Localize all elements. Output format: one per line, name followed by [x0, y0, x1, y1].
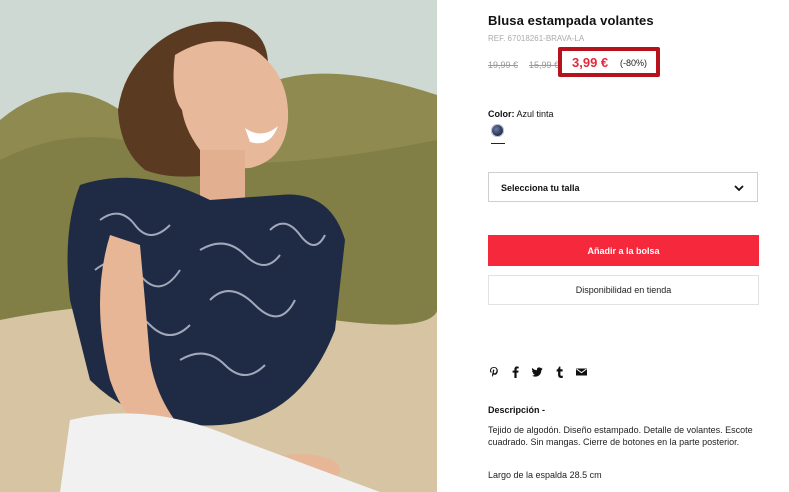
color-label: Color:	[488, 109, 515, 119]
color-value: Azul tinta	[516, 109, 554, 119]
description-text: Tejido de algodón. Diseño estampado. Det…	[488, 425, 753, 447]
original-price: 19,99 €	[488, 60, 519, 70]
current-price-box: 3,99 € (-80%)	[558, 47, 660, 77]
previous-price: 15,99 €	[529, 60, 560, 70]
product-image[interactable]	[0, 0, 437, 492]
chevron-down-icon	[733, 181, 745, 199]
share-icons	[488, 365, 587, 379]
current-price: 3,99 €	[572, 55, 609, 70]
product-reference: REF. 67018261-BRAVA-LA	[488, 34, 585, 43]
price-row: 19,99 € 15,99 € 3,99 € (-80%)	[488, 47, 760, 78]
facebook-icon[interactable]	[510, 366, 521, 378]
product-photo-illustration	[0, 0, 437, 492]
selected-swatch-indicator	[491, 143, 505, 144]
pinterest-icon[interactable]	[488, 366, 499, 378]
email-icon[interactable]	[576, 366, 587, 378]
swatch-circle	[491, 124, 504, 137]
product-info-panel: Blusa estampada volantes REF. 67018261-B…	[488, 0, 760, 492]
color-swatch-azul-tinta[interactable]	[491, 124, 505, 145]
description-heading[interactable]: Descripción -	[488, 405, 545, 415]
add-to-bag-button[interactable]: Añadir a la bolsa	[488, 235, 759, 266]
description-back-length: Largo de la espalda 28.5 cm	[488, 470, 602, 480]
product-title: Blusa estampada volantes	[488, 13, 654, 28]
tumblr-icon[interactable]	[554, 366, 565, 378]
discount-badge: (-80%)	[620, 58, 648, 68]
store-availability-button[interactable]: Disponibilidad en tienda	[488, 275, 759, 305]
color-label-row: Color: Azul tinta	[488, 109, 554, 119]
size-select-label: Selecciona tu talla	[501, 183, 580, 193]
twitter-icon[interactable]	[532, 366, 543, 378]
size-select[interactable]: Selecciona tu talla	[488, 172, 758, 202]
